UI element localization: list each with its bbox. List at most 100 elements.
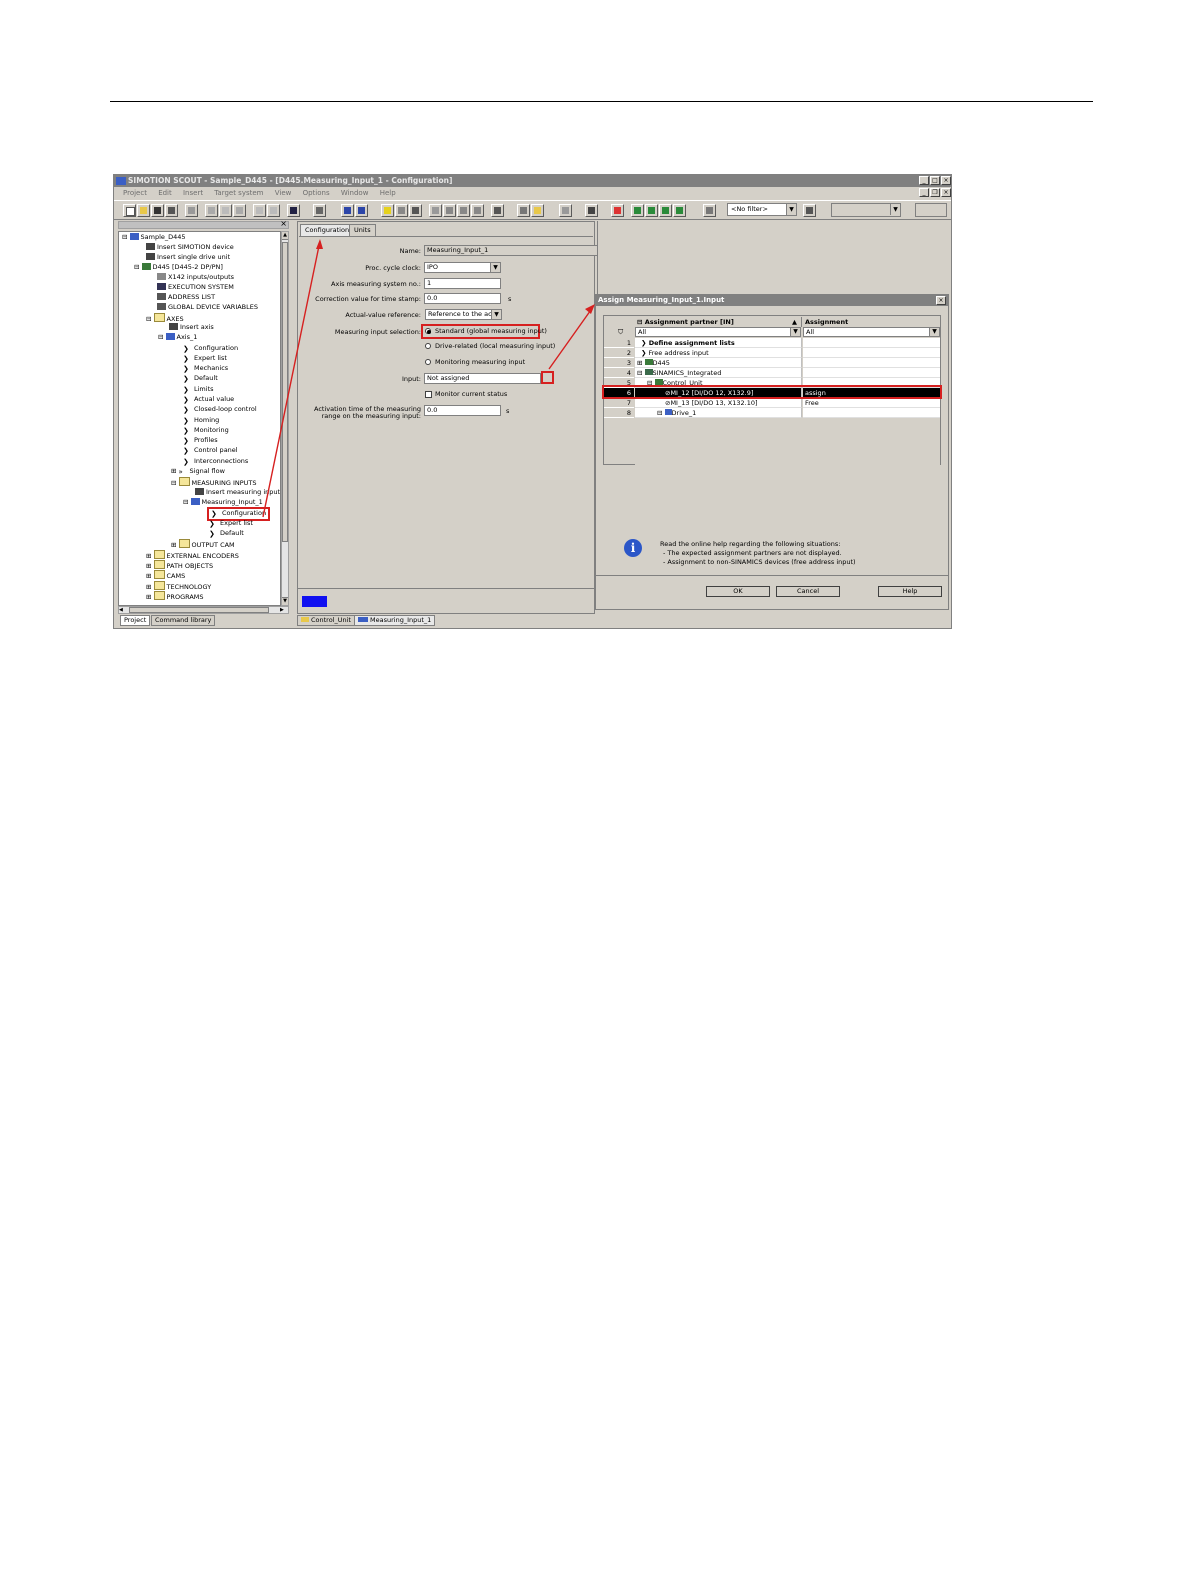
maximize-button[interactable]: □ (930, 176, 940, 185)
actual-value-ref-select[interactable]: Reference to the actu ▼ (425, 309, 502, 320)
tree-item[interactable]: ❯ Default (209, 529, 244, 539)
tree-item[interactable]: Insert axis (169, 323, 214, 333)
list-icon[interactable] (703, 204, 716, 217)
input-field[interactable]: Not assigned (424, 373, 541, 384)
chevron-down-icon[interactable]: ▼ (490, 263, 500, 272)
tree-item[interactable]: ⊞ CAMS (146, 570, 185, 580)
paste-icon[interactable] (233, 204, 246, 217)
help-pointer-icon[interactable] (287, 204, 300, 217)
tree-item[interactable]: ADDRESS LIST (157, 293, 215, 303)
radio-standard[interactable] (425, 328, 431, 334)
proc-cycle-select[interactable]: IPO ▼ (424, 262, 501, 273)
tab-configuration[interactable]: Configuration (300, 224, 355, 236)
tree-item[interactable]: ❯ Closed-loop control (183, 405, 257, 415)
device-icon[interactable] (531, 204, 544, 217)
chevron-down-icon[interactable]: ▼ (929, 328, 939, 336)
table-row[interactable]: 2 ❯ Free address input (604, 348, 940, 358)
minimize-button[interactable]: _ (919, 176, 929, 185)
grid-icon[interactable] (585, 204, 598, 217)
scroll-down-icon[interactable]: ▼ (282, 597, 288, 605)
cancel-button[interactable]: Cancel (776, 586, 840, 597)
chevron-down-icon[interactable]: ▼ (790, 328, 800, 336)
menu-target-system[interactable]: Target system (214, 189, 263, 197)
tree-item[interactable]: ⊟ MEASURING INPUTS (171, 477, 257, 487)
chart-icon[interactable] (611, 204, 624, 217)
cut-icon[interactable] (205, 204, 218, 217)
table-row[interactable]: 4 ⊟ SINAMICS_Integrated (604, 368, 940, 378)
tree-item[interactable]: ❯ Profiles (183, 436, 218, 446)
tab-control-unit[interactable]: Control_Unit (297, 615, 355, 626)
radio-drive-related[interactable] (425, 343, 431, 349)
tab-command-library[interactable]: Command library (151, 615, 216, 626)
tree-item[interactable]: Insert single drive unit (146, 253, 230, 263)
tree-item[interactable]: ⊞ PROGRAMS (146, 591, 204, 601)
tree-item[interactable]: ❯ Mechanics (183, 364, 228, 374)
filter-settings-icon[interactable] (803, 204, 816, 217)
close-button[interactable]: × (941, 176, 951, 185)
table-row[interactable]: 3 ⊞ D445 (604, 358, 940, 368)
tree-item[interactable]: ❯ Actual value (183, 395, 234, 405)
input-browse-button[interactable] (541, 371, 554, 384)
copy-icon[interactable] (219, 204, 232, 217)
undo-icon[interactable] (253, 204, 266, 217)
compile-icon[interactable] (341, 204, 354, 217)
axis-system-input[interactable]: 1 (424, 278, 501, 289)
tool-c-icon[interactable] (457, 204, 470, 217)
print-icon[interactable] (185, 204, 198, 217)
tree-item[interactable]: ❯ Interconnections (183, 457, 248, 467)
tree-item[interactable]: Insert SIMOTION device (146, 243, 234, 253)
scroll-up-icon[interactable]: ▲ (282, 232, 288, 240)
download-icon[interactable] (395, 204, 408, 217)
scroll-right-icon[interactable]: ▶ (280, 607, 288, 613)
tree-vertical-scrollbar[interactable]: ▲ ▼ (281, 231, 289, 606)
menu-insert[interactable]: Insert (183, 189, 203, 197)
menu-help[interactable]: Help (380, 189, 396, 197)
online-icon[interactable] (381, 204, 394, 217)
save-icon[interactable] (151, 204, 164, 217)
column-header-partner[interactable]: ⊟ Assignment partner [IN] ▲ (635, 317, 802, 327)
tab-units[interactable]: Units (349, 224, 376, 236)
chevron-down-icon[interactable]: ▼ (786, 204, 796, 215)
tree-item[interactable]: ❯ Configuration (183, 344, 238, 354)
tree-item[interactable]: ❯ Expert list (183, 354, 227, 364)
tree-item[interactable]: GLOBAL DEVICE VARIABLES (157, 303, 258, 313)
activation-time-input[interactable]: 0.0 (424, 405, 501, 416)
assignment-filter-select[interactable]: All ▼ (803, 327, 940, 337)
tree-item[interactable]: ❯ Limits (183, 385, 214, 395)
tree-item[interactable]: ❯ Default (183, 374, 218, 384)
tree-item[interactable]: ⊞ OUTPUT CAM (171, 539, 235, 549)
radio-monitoring[interactable] (425, 359, 431, 365)
tree-item[interactable]: X142 inputs/outputs (157, 273, 234, 283)
partner-filter-select[interactable]: All ▼ (635, 327, 801, 337)
menu-window[interactable]: Window (341, 189, 369, 197)
help-button[interactable]: Help (878, 586, 942, 597)
tree-item[interactable]: ❯ Expert list (209, 519, 253, 529)
monitor-status-checkbox[interactable] (425, 391, 432, 398)
dialog-close-icon[interactable]: × (936, 296, 946, 305)
tree-item[interactable]: ⊞ » Signal flow (171, 467, 225, 477)
tree-item[interactable]: ⊞ EXTERNAL ENCODERS (146, 550, 239, 560)
scroll-thumb[interactable] (282, 242, 288, 542)
upload-icon[interactable] (409, 204, 422, 217)
tab-measuring-input[interactable]: Measuring_Input_1 (354, 615, 436, 626)
tool-a-icon[interactable] (429, 204, 442, 217)
table-row[interactable]: 1 ❯ Define assignment lists (604, 338, 940, 348)
menu-options[interactable]: Options (303, 189, 330, 197)
column-header-assignment[interactable]: Assignment (803, 317, 940, 327)
menu-project[interactable]: Project (123, 189, 147, 197)
tree-item[interactable]: EXECUTION SYSTEM (157, 283, 234, 293)
tree-item[interactable]: ❯ Homing (183, 416, 219, 426)
tree-item[interactable]: ⊞ PATH OBJECTS (146, 560, 213, 570)
tool-e-icon[interactable] (491, 204, 504, 217)
tree-item[interactable]: ⊟ Sample_D445 (122, 233, 186, 243)
secondary-select[interactable]: ▼ (831, 203, 901, 217)
new-icon[interactable] (123, 204, 136, 217)
menu-view[interactable]: View (275, 189, 292, 197)
tool-b-icon[interactable] (443, 204, 456, 217)
tab-project[interactable]: Project (120, 615, 151, 626)
chevron-down-icon[interactable]: ▼ (491, 310, 501, 319)
diagnostics-icon[interactable] (559, 204, 572, 217)
view-b-icon[interactable] (645, 204, 658, 217)
open-icon[interactable] (137, 204, 150, 217)
tree-item[interactable]: Insert measuring input (195, 488, 280, 498)
